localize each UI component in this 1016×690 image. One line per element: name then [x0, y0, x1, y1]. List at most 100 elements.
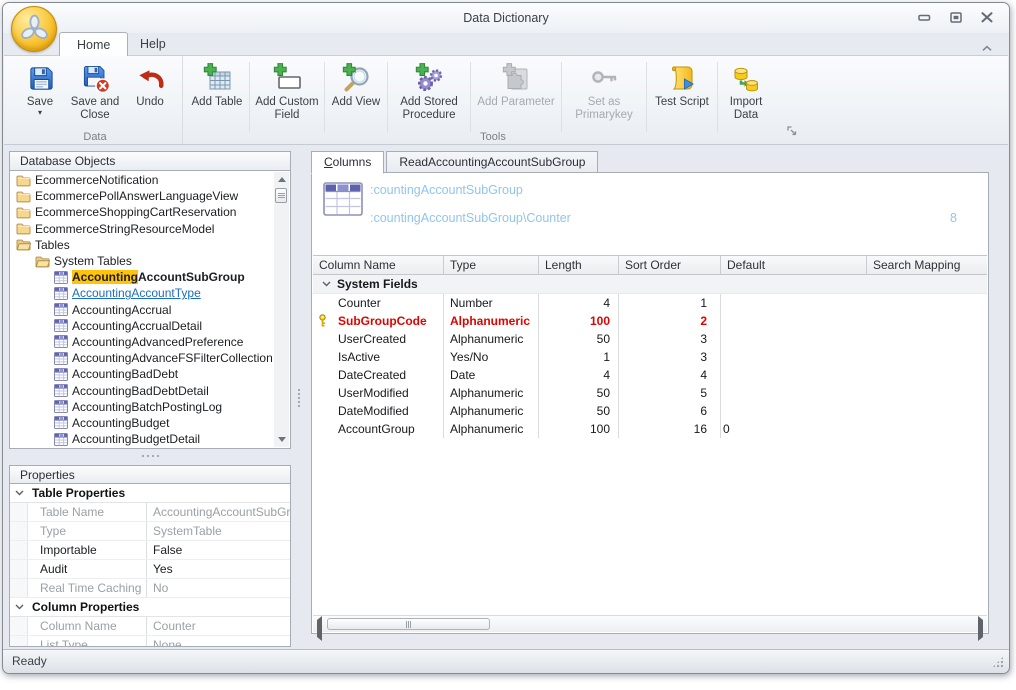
table-icon [54, 286, 68, 300]
tree-item-accountingaccrual[interactable]: AccountingAccrual [10, 302, 274, 318]
tree-scrollbar[interactable] [274, 172, 289, 447]
restore-button[interactable] [950, 12, 962, 23]
add-custom-field-button[interactable]: Add Custom Field [251, 59, 323, 131]
column-header-length[interactable]: Length [539, 256, 619, 274]
ribbon-tab-home[interactable]: Home [59, 32, 129, 56]
cell-search-mapping [867, 330, 987, 348]
scroll-right-button[interactable] [978, 616, 983, 641]
property-row-type[interactable]: Type SystemTable [10, 522, 290, 541]
tree-item-ecommerceshoppingcartreservation[interactable]: EcommerceShoppingCartReservation [10, 204, 274, 220]
property-row-list-type[interactable]: List Type None [10, 636, 290, 646]
column-header-name[interactable]: Column Name [313, 256, 444, 274]
grid-row-datecreated[interactable]: DateCreated Date 4 4 [313, 366, 987, 384]
column-header-default[interactable]: Default [721, 256, 867, 274]
cell-sort-order: 1 [619, 294, 721, 312]
tree-item-accountingaccrualdetail[interactable]: AccountingAccrualDetail [10, 318, 274, 334]
cell-type: Alphanumeric [444, 330, 539, 348]
column-header-search-mapping[interactable]: Search Mapping [867, 256, 987, 274]
column-path-link[interactable]: :countingAccountSubGroup\Counter [370, 211, 571, 225]
property-value: Counter [146, 617, 290, 635]
tree-item-accountingbudget[interactable]: AccountingBudget [10, 415, 274, 431]
tree-item-accountingbatchpostinglog[interactable]: AccountingBatchPostingLog [10, 399, 274, 415]
scroll-down-button[interactable] [274, 432, 289, 447]
property-group-column-properties[interactable]: Column Properties [10, 598, 290, 617]
property-row-real-time-caching[interactable]: Real Time Caching No [10, 579, 290, 598]
tree-item-accountingbaddebt[interactable]: AccountingBadDebt [10, 366, 274, 382]
tree-item-accountingadvancefsfiltercollection[interactable]: AccountingAdvanceFSFilterCollection [10, 350, 274, 366]
tree-item-accountingadvancedpreference[interactable]: AccountingAdvancedPreference [10, 334, 274, 350]
grid-horizontal-scrollbar[interactable] [313, 615, 987, 641]
tree-item-system-tables[interactable]: System Tables [10, 253, 274, 269]
collapse-ribbon-button[interactable] [981, 39, 993, 57]
property-value[interactable]: Yes [146, 560, 290, 578]
grid-row-datemodified[interactable]: DateModified Alphanumeric 50 6 [313, 402, 987, 420]
group-row-system-fields[interactable]: System Fields [313, 275, 987, 294]
column-header-sort-order[interactable]: Sort Order [619, 256, 721, 274]
property-name: Audit [40, 562, 68, 576]
property-row-column-name[interactable]: Column Name Counter [10, 617, 290, 636]
tree-item-ecommercenotification[interactable]: EcommerceNotification [10, 172, 274, 188]
grid-row-usercreated[interactable]: UserCreated Alphanumeric 50 3 [313, 330, 987, 348]
cell-type: Number [444, 294, 539, 312]
table-path-link[interactable]: :countingAccountSubGroup [370, 183, 523, 197]
test-script-button[interactable]: Test Script [648, 59, 716, 131]
tree-item-accountingbaddebtdetail[interactable]: AccountingBadDebtDetail [10, 382, 274, 398]
scroll-thumb[interactable] [275, 188, 287, 203]
grid-row-isactive[interactable]: IsActive Yes/No 1 3 [313, 348, 987, 366]
add-view-button[interactable]: Add View [326, 59, 386, 131]
app-menu-logo[interactable] [11, 6, 57, 52]
tree-item-ecommercestringresourcemodel[interactable]: EcommerceStringResourceModel [10, 221, 274, 237]
minimize-button[interactable] [918, 12, 931, 23]
save-and-close-button[interactable]: Save and Close [64, 59, 126, 131]
cell-sort-order: 4 [619, 366, 721, 384]
cell-column-name: DateModified [313, 402, 444, 420]
status-bar: Ready [3, 649, 1009, 673]
import-data-button[interactable]: Import Data [719, 59, 773, 131]
add-parameter-icon [500, 61, 532, 95]
row-gutter [10, 579, 28, 597]
property-row-audit[interactable]: Audit Yes [10, 560, 290, 579]
scroll-up-button[interactable] [274, 172, 289, 187]
column-header-type[interactable]: Type [444, 256, 539, 274]
close-button[interactable] [981, 12, 993, 23]
vertical-splitter[interactable] [294, 385, 303, 411]
add-custom-field-icon [271, 61, 303, 95]
cell-default [721, 384, 867, 402]
add-table-button[interactable]: Add Table [186, 59, 248, 131]
grid-row-subgroupcode[interactable]: SubGroupCode Alphanumeric 100 2 [313, 312, 987, 330]
cell-sort-order: 2 [619, 312, 721, 330]
cell-type: Alphanumeric [444, 384, 539, 402]
tree-item-item[interactable] [10, 447, 274, 448]
tab-read-accounting-account-subgroup[interactable]: ReadAccountingAccountSubGroup [386, 151, 599, 173]
tree-item-accountingaccounttype[interactable]: AccountingAccountType [10, 285, 274, 301]
property-name: Real Time Caching [40, 581, 142, 595]
table-icon [54, 319, 68, 333]
undo-button[interactable]: Undo [126, 59, 174, 131]
grid-row-counter[interactable]: Counter Number 4 1 [313, 294, 987, 312]
scroll-thumb[interactable] [327, 618, 490, 630]
grid-row-accountgroup[interactable]: AccountGroup Alphanumeric 100 16 0 [313, 420, 987, 438]
tools-dialog-launcher[interactable] [787, 123, 797, 141]
save-button[interactable]: Save ▾ [16, 59, 64, 131]
property-group-table-properties[interactable]: Table Properties [10, 484, 290, 503]
horizontal-splitter[interactable] [9, 451, 291, 460]
cell-type: Alphanumeric [444, 420, 539, 438]
tree-item-tables[interactable]: Tables [10, 237, 274, 253]
grid-row-usermodified[interactable]: UserModified Alphanumeric 50 5 [313, 384, 987, 402]
ribbon-tab-help[interactable]: Help [123, 33, 183, 55]
table-icon [54, 270, 68, 284]
tree-item-accountingbudgetdetail[interactable]: AccountingBudgetDetail [10, 431, 274, 447]
resize-grip[interactable] [992, 656, 1004, 668]
tree-item-label: AccountingAccountSubGroup [72, 270, 245, 285]
database-objects-tree: EcommerceNotification EcommercePollAnswer… [9, 171, 291, 449]
tree-item-ecommercepollanswerlanguageview[interactable]: EcommercePollAnswerLanguageView [10, 188, 274, 204]
tree-item-label: AccountingBatchPostingLog [72, 399, 223, 414]
property-row-importable[interactable]: Importable False [10, 541, 290, 560]
property-name: Column Name [40, 619, 117, 633]
property-row-table-name[interactable]: Table Name AccountingAccountSubGr... [10, 503, 290, 522]
add-stored-procedure-button[interactable]: Add Stored Procedure [389, 59, 469, 131]
tab-columns[interactable]: Columns [311, 151, 385, 174]
tree-item-accountingaccountsubgroup[interactable]: AccountingAccountSubGroup [10, 269, 274, 285]
scroll-left-button[interactable] [317, 616, 322, 641]
property-value[interactable]: False [146, 541, 290, 559]
